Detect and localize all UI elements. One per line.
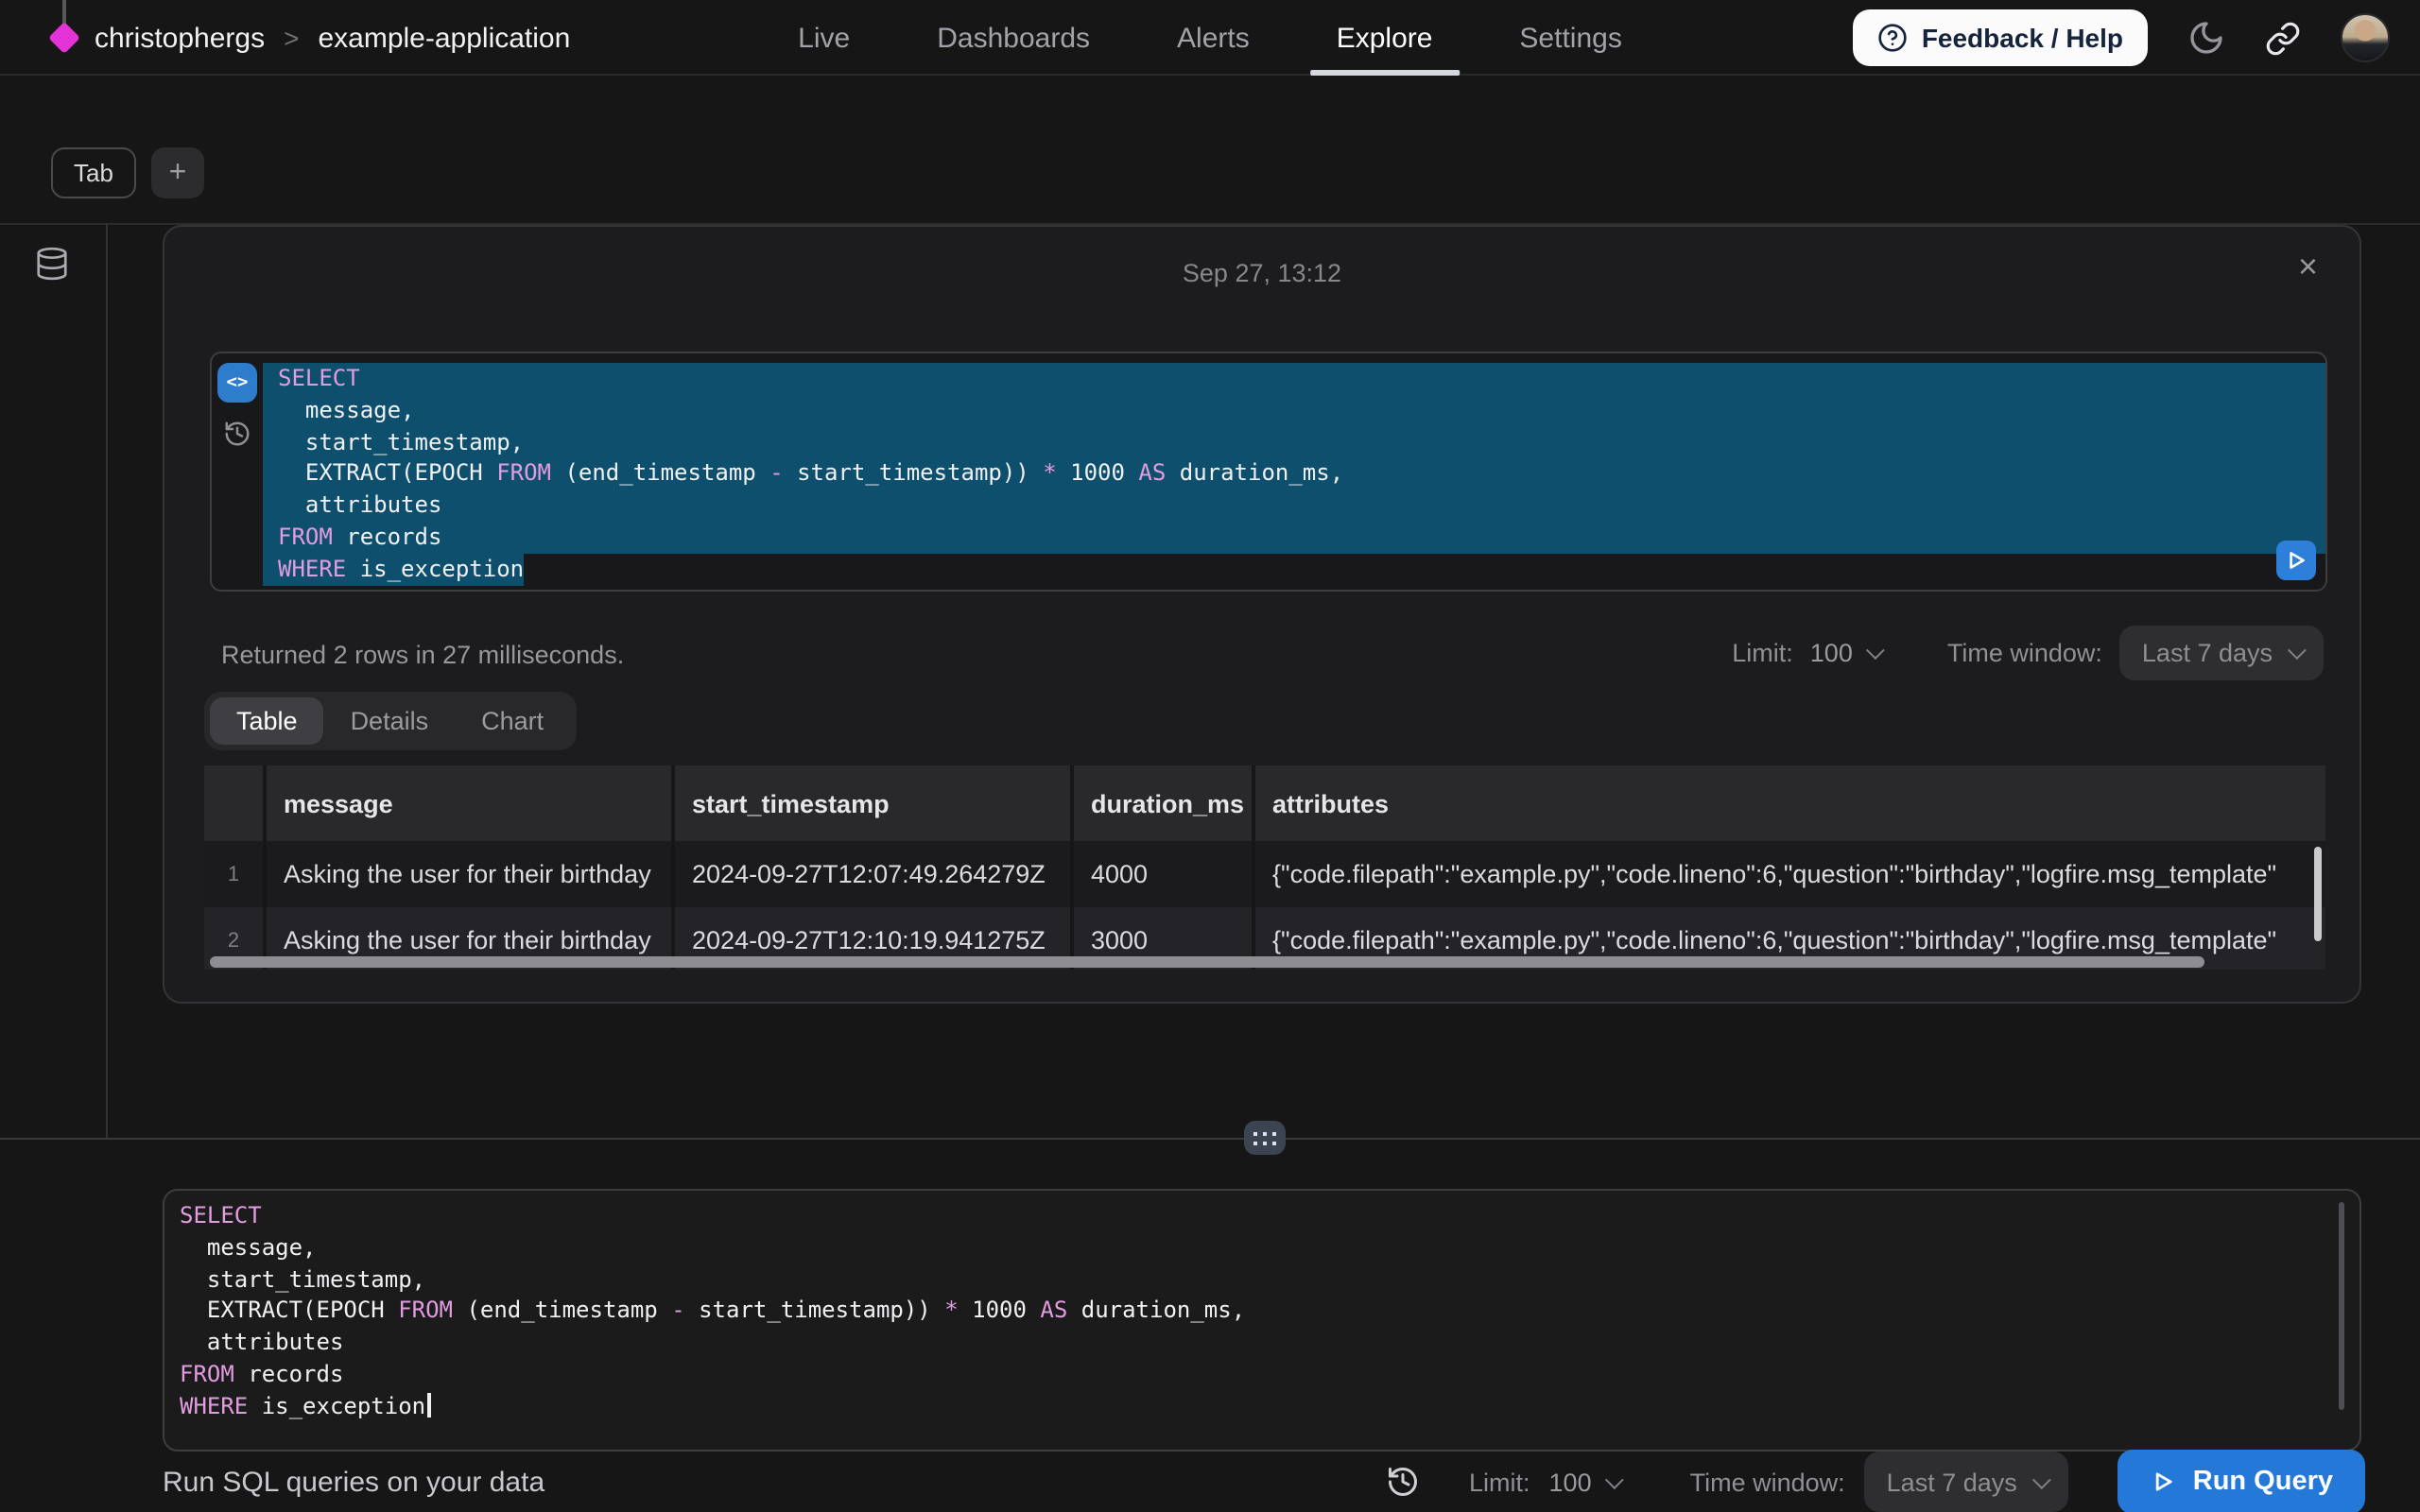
grip-dots-icon [1253, 1132, 1257, 1136]
breadcrumb: christophergs > example-application [95, 0, 570, 76]
breadcrumb-project[interactable]: example-application [318, 22, 570, 54]
feedback-help-label: Feedback / Help [1922, 23, 2123, 53]
time-window-label: Time window: [1947, 639, 2102, 667]
limit-label: Limit: [1469, 1468, 1530, 1496]
pane-splitter-line [0, 1138, 2420, 1140]
cell-rownum: 1 [204, 841, 267, 907]
code-gutter: <> [212, 353, 263, 590]
limit-select[interactable]: 100 [1549, 1468, 1618, 1496]
footer-controls: Limit: 100 Time window: Last 7 days Run … [1386, 1450, 2365, 1512]
cell-message: Asking the user for their birthday [267, 841, 675, 907]
result-controls: Limit: 100 Time window: Last 7 days [1732, 626, 2324, 680]
run-selection-button[interactable] [2276, 541, 2316, 580]
breadcrumb-org[interactable]: christophergs [95, 22, 265, 54]
database-icon[interactable] [34, 246, 70, 282]
editor-scrollbar[interactable] [2339, 1202, 2344, 1410]
table-row[interactable]: 1Asking the user for their birthday2024-… [204, 841, 2325, 907]
link-icon[interactable] [2265, 20, 2301, 56]
chevron-down-icon [1605, 1469, 1624, 1488]
help-circle-icon [1878, 23, 1909, 53]
user-avatar[interactable] [2341, 13, 2390, 62]
run-query-button[interactable]: Run Query [2118, 1450, 2365, 1512]
editor-footer: Run SQL queries on your data Limit: 100 … [163, 1452, 2365, 1512]
explore-page: christophergs > example-application Live… [0, 0, 2420, 1512]
time-window-select[interactable]: Last 7 days [1864, 1452, 2068, 1512]
sql-line: start_timestamp, [263, 426, 2325, 458]
sql-line: attributes [263, 490, 2325, 522]
time-window-select[interactable]: Last 7 days [2119, 626, 2324, 680]
top-header: christophergs > example-application Live… [0, 0, 2420, 76]
query-status: Returned 2 rows in 27 milliseconds. [221, 641, 624, 669]
sql-line: message, [180, 1232, 2344, 1264]
history-icon[interactable] [1386, 1465, 1420, 1499]
primary-nav: Live Dashboards Alerts Explore Settings [798, 0, 1622, 76]
sql-line: attributes [180, 1327, 2344, 1359]
moon-icon[interactable] [2187, 19, 2225, 57]
chevron-down-icon [2032, 1469, 2051, 1488]
header-right: Feedback / Help [1854, 0, 2390, 76]
table-vertical-scrollbar[interactable] [2314, 847, 2322, 941]
nav-tab-dashboards[interactable]: Dashboards [937, 0, 1090, 76]
cell-duration_ms: 4000 [1074, 841, 1255, 907]
sql-line: start_timestamp, [180, 1263, 2344, 1296]
limit-label: Limit: [1732, 639, 1793, 667]
query-tab[interactable]: Tab [51, 147, 136, 198]
results-table: messagestart_timestampduration_msattribu… [204, 765, 2325, 970]
sql-line: EXTRACT(EPOCH FROM (end_timestamp - star… [180, 1296, 2344, 1328]
play-icon [2150, 1469, 2176, 1495]
query-history-card: Sep 27, 13:12 × <> SELECT message, start… [163, 225, 2361, 1004]
column-header-duration_ms: duration_ms [1074, 765, 1255, 841]
cell-attributes: {"code.filepath":"example.py","code.line… [1255, 841, 2325, 907]
sql-line: WHERE is_exception [263, 554, 2325, 586]
add-tab-button[interactable]: + [151, 147, 204, 198]
cell-start_timestamp: 2024-09-27T12:07:49.264279Z [675, 841, 1074, 907]
nav-tab-live[interactable]: Live [798, 0, 850, 76]
sql-line: SELECT [180, 1200, 2344, 1232]
column-header-start_timestamp: start_timestamp [675, 765, 1074, 841]
sql-selection-fragment: WHERE is_exception [263, 554, 524, 586]
view-tab-details[interactable]: Details [324, 697, 456, 745]
view-tab-table[interactable]: Table [210, 697, 324, 745]
feedback-help-button[interactable]: Feedback / Help [1854, 9, 2148, 66]
history-icon[interactable] [223, 420, 251, 448]
query-tab-bar: Tab + [51, 147, 204, 198]
editor-hint: Run SQL queries on your data [163, 1466, 544, 1498]
view-tab-chart[interactable]: Chart [455, 697, 570, 745]
sql-editor[interactable]: SELECT message, start_timestamp, EXTRACT… [163, 1189, 2361, 1452]
chevron-down-icon [1866, 641, 1885, 660]
nav-tab-explore[interactable]: Explore [1337, 0, 1433, 76]
play-icon [2284, 548, 2308, 573]
sql-selected-text[interactable]: SELECT message, start_timestamp, EXTRACT… [263, 353, 2325, 590]
column-header-attributes: attributes [1255, 765, 2325, 841]
limit-select[interactable]: 100 [1810, 639, 1879, 667]
sql-line: FROM records [180, 1359, 2344, 1391]
code-icon-button[interactable]: <> [217, 363, 257, 403]
logfire-logo-icon[interactable] [48, 22, 80, 54]
column-header-message: message [267, 765, 675, 841]
query-code-block: <> SELECT message, start_timestamp, EXTR… [210, 352, 2327, 592]
table-header-row: messagestart_timestampduration_msattribu… [204, 765, 2325, 841]
nav-tab-alerts[interactable]: Alerts [1177, 0, 1250, 76]
breadcrumb-separator: > [284, 23, 299, 53]
table-horizontal-scrollbar[interactable] [210, 956, 2204, 968]
sql-line: FROM records [263, 522, 2325, 554]
sidebar-divider [106, 223, 108, 1138]
query-timestamp: Sep 27, 13:12 [164, 259, 2360, 287]
sql-line: message, [263, 395, 2325, 427]
sql-line: EXTRACT(EPOCH FROM (end_timestamp - star… [263, 458, 2325, 490]
table-body: 1Asking the user for their birthday2024-… [204, 841, 2325, 970]
column-header-rownum [204, 765, 267, 841]
time-window-label: Time window: [1690, 1468, 1845, 1496]
result-view-tabs: TableDetailsChart [204, 692, 576, 750]
close-icon[interactable]: × [2298, 248, 2318, 287]
text-cursor [427, 1393, 430, 1418]
nav-tab-settings[interactable]: Settings [1519, 0, 1621, 76]
pane-splitter-handle[interactable] [1244, 1121, 1286, 1155]
sql-line: SELECT [263, 363, 2325, 395]
sql-line: WHERE is_exception [180, 1391, 2344, 1423]
chevron-down-icon [2288, 641, 2307, 660]
